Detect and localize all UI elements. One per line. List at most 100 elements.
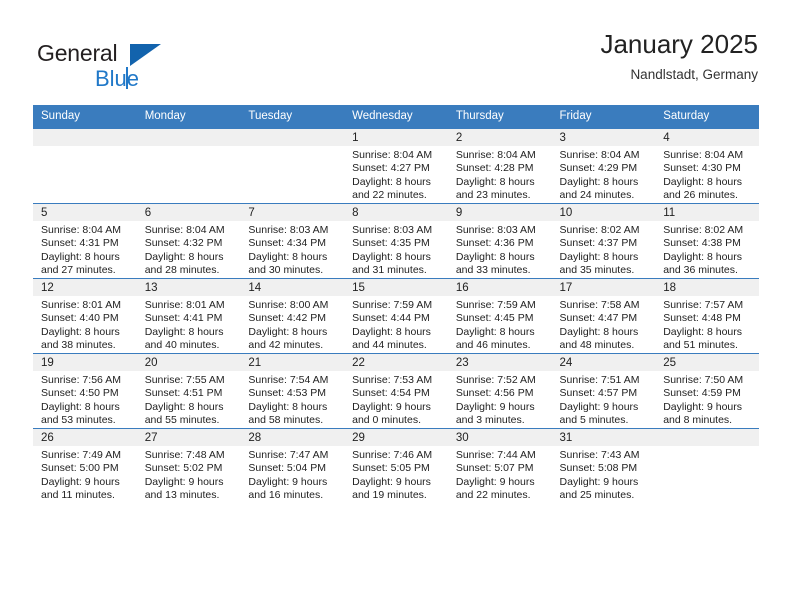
sunrise-text: Sunrise: 7:49 AM	[41, 449, 121, 461]
sunrise-text: Sunrise: 7:57 AM	[663, 299, 744, 311]
day-details: Sunrise: 7:49 AM Sunset: 5:00 PM Daylight:…	[33, 446, 137, 503]
calendar-day-cell[interactable]: 28 Sunrise: 7:47 AM Sunset: 5:04 PM Dayligh…	[240, 428, 345, 503]
daylight-text-line2: and 46 minutes.	[455, 339, 531, 352]
daylight-text-line1: Daylight: 8 hours	[41, 400, 120, 413]
daylight-text-line1: Daylight: 9 hours	[559, 475, 639, 488]
sunrise-text: Sunrise: 7:52 AM	[455, 374, 536, 386]
daylight-text-line1: Daylight: 9 hours	[663, 400, 743, 413]
sunset-text: Sunset: 4:29 PM	[559, 162, 638, 175]
sunset-text: Sunset: 4:48 PM	[663, 312, 741, 325]
calendar-day-cell[interactable]: 24 Sunrise: 7:51 AM Sunset: 4:57 PM Dayligh…	[551, 353, 656, 429]
calendar-day-cell[interactable]: 15 Sunrise: 7:59 AM Sunset: 4:44 PM Dayligh…	[344, 278, 448, 354]
sunset-text: Sunset: 4:45 PM	[455, 312, 534, 325]
daylight-text-line2: and 51 minutes.	[663, 339, 738, 352]
day-details: Sunrise: 7:46 AM Sunset: 5:05 PM Daylight:…	[344, 446, 448, 503]
day-number: 12	[33, 279, 137, 296]
calendar-day-cell[interactable]: 11 Sunrise: 8:02 AM Sunset: 4:38 PM Dayligh…	[655, 203, 759, 279]
day-number: 15	[344, 279, 448, 296]
title-block: January 2025 Nandlstadt, Germany	[600, 28, 758, 85]
day-number: 5	[33, 204, 137, 221]
calendar-day-cell[interactable]: 6 Sunrise: 8:04 AM Sunset: 4:32 PM Daylight…	[136, 203, 241, 279]
sunset-text: Sunset: 4:34 PM	[248, 237, 327, 250]
calendar-week-row: 26 Sunrise: 7:49 AM Sunset: 5:00 PM Dayligh…	[33, 428, 759, 503]
weekday-header-friday: Friday	[551, 105, 656, 129]
day-details: Sunrise: 7:44 AM Sunset: 5:07 PM Daylight:…	[448, 446, 552, 503]
sunrise-text: Sunrise: 7:50 AM	[663, 374, 744, 386]
logo-text-general: General	[37, 40, 118, 66]
calendar-day-cell[interactable]: 19 Sunrise: 7:56 AM Sunset: 4:50 PM Dayligh…	[33, 353, 137, 429]
daylight-text-line1: Daylight: 8 hours	[248, 325, 328, 338]
sunset-text: Sunset: 4:35 PM	[352, 237, 430, 250]
calendar-day-cell[interactable]: 2 Sunrise: 8:04 AM Sunset: 4:28 PM Daylight…	[447, 128, 552, 204]
daylight-text-line2: and 48 minutes.	[559, 339, 635, 352]
day-details: Sunrise: 8:04 AM Sunset: 4:28 PM Daylight:…	[448, 146, 552, 203]
day-number: 1	[344, 129, 448, 146]
daylight-text-line2: and 33 minutes.	[455, 264, 531, 277]
page-title: January 2025	[600, 29, 758, 59]
daylight-text-line1: Daylight: 9 hours	[41, 475, 120, 488]
calendar-day-cell[interactable]: 29 Sunrise: 7:46 AM Sunset: 5:05 PM Dayligh…	[344, 428, 448, 503]
weekday-header-tuesday: Tuesday	[240, 105, 345, 129]
day-details: Sunrise: 7:51 AM Sunset: 4:57 PM Daylight:…	[552, 371, 656, 428]
calendar-day-cell[interactable]: 1 Sunrise: 8:04 AM Sunset: 4:27 PM Daylight…	[344, 128, 448, 204]
calendar-day-cell[interactable]: 3 Sunrise: 8:04 AM Sunset: 4:29 PM Daylight…	[551, 128, 656, 204]
daylight-text-line1: Daylight: 8 hours	[663, 175, 743, 188]
weekday-header-monday: Monday	[136, 105, 241, 129]
calendar-day-cell[interactable]: 26 Sunrise: 7:49 AM Sunset: 5:00 PM Dayligh…	[33, 428, 137, 503]
calendar-day-cell[interactable]: 13 Sunrise: 8:01 AM Sunset: 4:41 PM Dayligh…	[136, 278, 241, 354]
calendar-day-cell[interactable]: 7 Sunrise: 8:03 AM Sunset: 4:34 PM Daylight…	[240, 203, 345, 279]
calendar-day-cell[interactable]: 27 Sunrise: 7:48 AM Sunset: 5:02 PM Dayligh…	[136, 428, 241, 503]
calendar-day-cell[interactable]: 16 Sunrise: 7:59 AM Sunset: 4:45 PM Dayligh…	[447, 278, 552, 354]
calendar-day-cell[interactable]: 25 Sunrise: 7:50 AM Sunset: 4:59 PM Dayligh…	[655, 353, 759, 429]
daylight-text-line2: and 19 minutes.	[352, 489, 427, 502]
day-number: 27	[136, 429, 241, 446]
daylight-text-line1: Daylight: 8 hours	[352, 325, 431, 338]
calendar-day-cell[interactable]: 31 Sunrise: 7:43 AM Sunset: 5:08 PM Dayligh…	[551, 428, 656, 503]
calendar-header-row: Sunday Monday Tuesday Wednesday Thursday Frid…	[33, 105, 759, 129]
sunset-text: Sunset: 4:40 PM	[41, 312, 119, 325]
calendar-day-cell[interactable]: 18 Sunrise: 7:57 AM Sunset: 4:48 PM Dayligh…	[655, 278, 759, 354]
day-number: 2	[447, 129, 552, 146]
daylight-text-line2: and 22 minutes.	[352, 189, 427, 202]
page-subtitle: Nandlstadt, Germany	[630, 67, 758, 82]
sunset-text: Sunset: 4:44 PM	[352, 312, 430, 325]
calendar-day-cell[interactable]: 4 Sunrise: 8:04 AM Sunset: 4:30 PM Daylight…	[655, 128, 759, 204]
day-number: 9	[447, 204, 552, 221]
calendar-day-cell[interactable]: 12 Sunrise: 8:01 AM Sunset: 4:40 PM Dayligh…	[33, 278, 137, 354]
daylight-text-line2: and 30 minutes.	[248, 264, 324, 277]
sunset-text: Sunset: 4:37 PM	[559, 237, 638, 250]
daylight-text-line1: Daylight: 8 hours	[559, 325, 639, 338]
day-number: 8	[344, 204, 448, 221]
calendar-day-cell[interactable]: 5 Sunrise: 8:04 AM Sunset: 4:31 PM Daylight…	[33, 203, 137, 279]
general-blue-logo: General Blue	[34, 34, 264, 94]
daylight-text-line2: and 0 minutes.	[352, 414, 421, 427]
sunrise-text: Sunrise: 7:43 AM	[559, 449, 640, 461]
sunrise-text: Sunrise: 8:00 AM	[248, 299, 329, 311]
calendar-day-cell[interactable]: 9 Sunrise: 8:03 AM Sunset: 4:36 PM Daylight…	[447, 203, 552, 279]
daylight-text-line2: and 16 minutes.	[248, 489, 324, 502]
sunrise-text: Sunrise: 8:03 AM	[455, 224, 536, 236]
day-number: 4	[655, 129, 759, 146]
daylight-text-line2: and 8 minutes.	[663, 414, 733, 427]
calendar-day-cell[interactable]: 8 Sunrise: 8:03 AM Sunset: 4:35 PM Daylight…	[344, 203, 448, 279]
calendar-day-cell[interactable]: 22 Sunrise: 7:53 AM Sunset: 4:54 PM Dayligh…	[344, 353, 448, 429]
daylight-text-line1: Daylight: 9 hours	[352, 475, 431, 488]
day-number: 21	[240, 354, 345, 371]
day-details: Sunrise: 8:03 AM Sunset: 4:34 PM Daylight:…	[240, 221, 344, 278]
daylight-text-line2: and 31 minutes.	[352, 264, 427, 277]
day-details: Sunrise: 7:59 AM Sunset: 4:44 PM Daylight:…	[344, 296, 448, 353]
calendar-day-cell[interactable]: 14 Sunrise: 8:00 AM Sunset: 4:42 PM Dayligh…	[240, 278, 345, 354]
calendar-day-cell[interactable]: 20 Sunrise: 7:55 AM Sunset: 4:51 PM Dayligh…	[136, 353, 241, 429]
calendar-body: 1 Sunrise: 8:04 AM Sunset: 4:27 PM Daylight…	[33, 128, 759, 503]
calendar-page: General Blue January 2025 Nandlstadt, Ge…	[0, 0, 792, 612]
sunrise-text: Sunrise: 7:44 AM	[455, 449, 536, 461]
calendar-day-cell[interactable]: 23 Sunrise: 7:52 AM Sunset: 4:56 PM Dayligh…	[447, 353, 552, 429]
calendar-day-cell-empty	[655, 428, 759, 503]
daylight-text-line1: Daylight: 8 hours	[352, 250, 431, 263]
calendar-week-row: 5 Sunrise: 8:04 AM Sunset: 4:31 PM Daylight…	[33, 203, 759, 279]
daylight-text-line2: and 44 minutes.	[352, 339, 427, 352]
calendar-day-cell[interactable]: 21 Sunrise: 7:54 AM Sunset: 4:53 PM Dayligh…	[240, 353, 345, 429]
calendar-day-cell[interactable]: 10 Sunrise: 8:02 AM Sunset: 4:37 PM Dayligh…	[551, 203, 656, 279]
calendar-day-cell[interactable]: 17 Sunrise: 7:58 AM Sunset: 4:47 PM Dayligh…	[551, 278, 656, 354]
calendar-day-cell[interactable]: 30 Sunrise: 7:44 AM Sunset: 5:07 PM Dayligh…	[447, 428, 552, 503]
